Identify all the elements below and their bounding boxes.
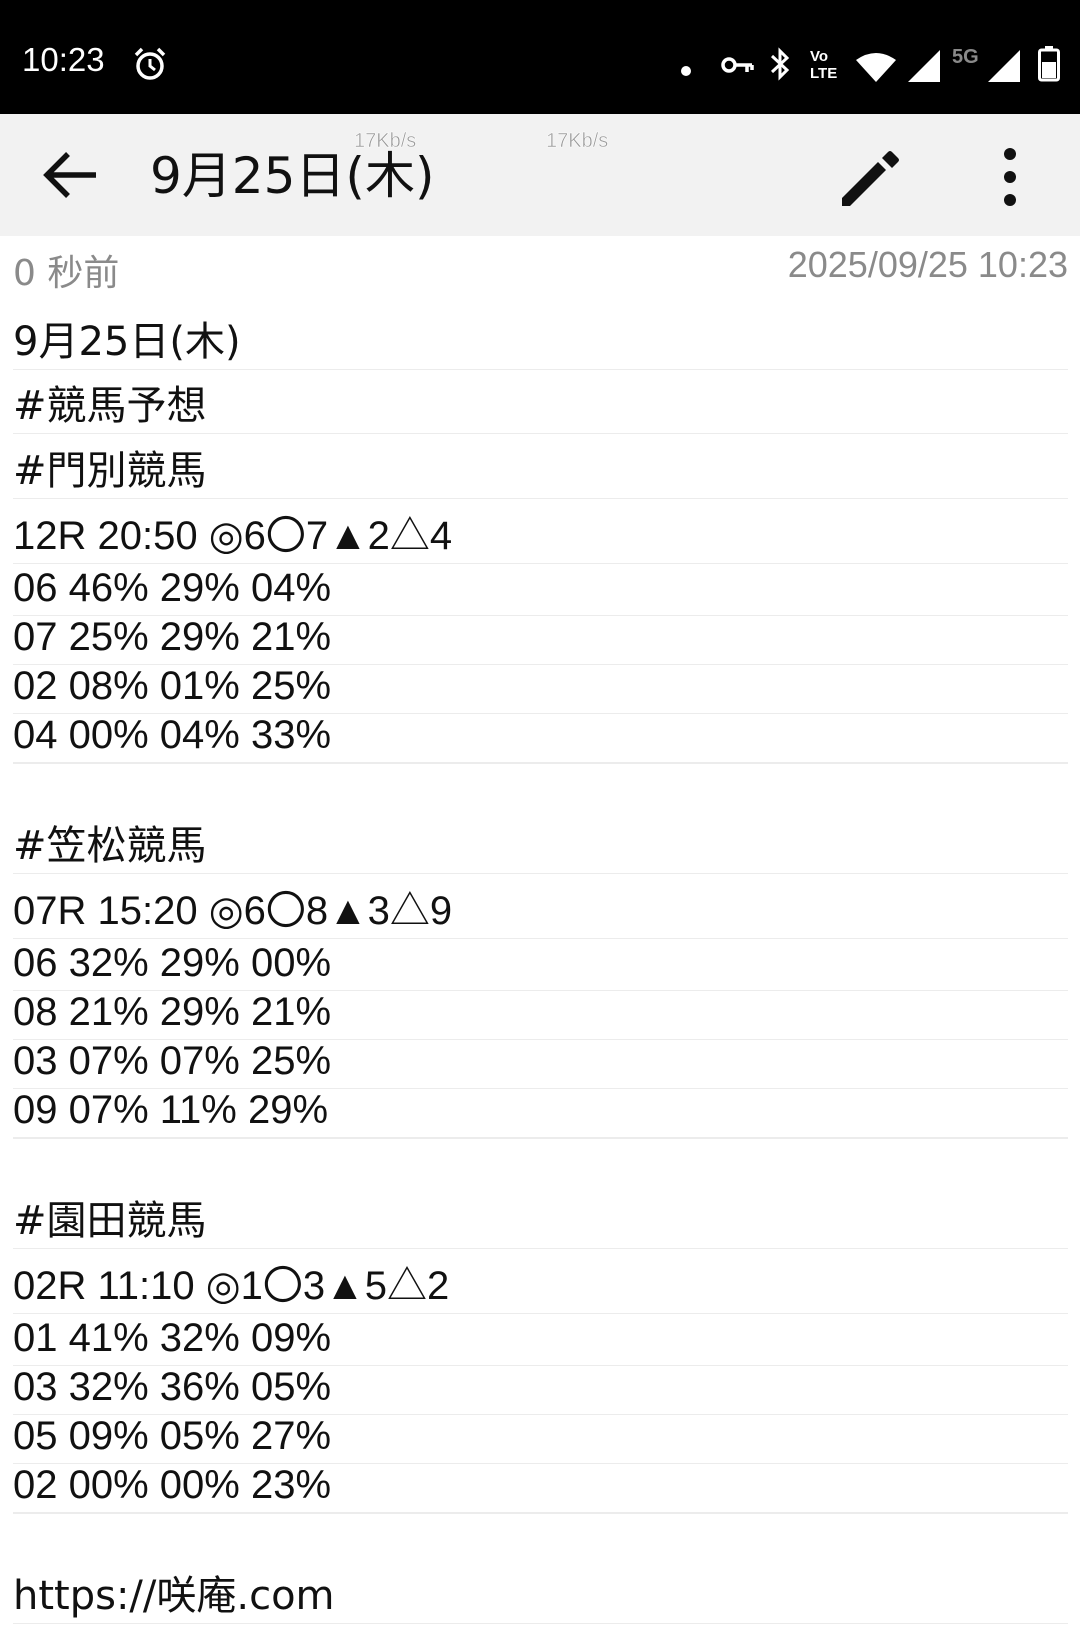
page-title: 9月25日(木) bbox=[150, 147, 435, 205]
battery-icon bbox=[1038, 46, 1060, 86]
volte-icon: Vo LTE bbox=[808, 48, 846, 84]
note-line: 07 25% 29% 21% bbox=[13, 613, 1068, 665]
net-speed-indicator: 17Kb/s bbox=[354, 130, 417, 153]
note-line: 05 09% 05% 27% bbox=[13, 1412, 1068, 1464]
status-bar: 10:23 Vo LTE 5G bbox=[0, 0, 1080, 114]
vpn-key-icon bbox=[720, 52, 754, 82]
signal-icon bbox=[908, 50, 940, 86]
wifi-icon bbox=[856, 52, 896, 86]
note-line: 02 00% 00% 23% bbox=[13, 1461, 1068, 1513]
volte-label-bottom: LTE bbox=[810, 65, 838, 82]
back-button[interactable] bbox=[30, 138, 110, 212]
note-meta: 0 秒前 2025/09/25 10:23 bbox=[0, 236, 1080, 294]
net-speed-indicator: 17Kb/s bbox=[546, 130, 609, 153]
note-line: #笠松競馬 bbox=[13, 822, 1068, 874]
bluetooth-icon bbox=[768, 46, 792, 86]
note-line: 03 32% 36% 05% bbox=[13, 1363, 1068, 1415]
more-options-button[interactable] bbox=[975, 140, 1045, 214]
note-line: 02 08% 01% 25% bbox=[13, 662, 1068, 714]
edit-button[interactable] bbox=[830, 140, 910, 214]
note-line: 07R 15:20 ◎6〇8▲3△9 bbox=[13, 887, 1068, 939]
note-line: #門別競馬 bbox=[13, 447, 1068, 499]
note-line: 01 41% 32% 09% bbox=[13, 1314, 1068, 1366]
notification-dot-icon bbox=[680, 62, 692, 81]
5g-label: 5G bbox=[952, 46, 979, 68]
more-vert-icon bbox=[1004, 148, 1016, 206]
note-datetime: 2025/09/25 10:23 bbox=[787, 244, 1068, 285]
note-line: #園田競馬 bbox=[13, 1197, 1068, 1249]
note-line: 06 32% 29% 00% bbox=[13, 939, 1068, 991]
note-line: 9月25日(木) bbox=[13, 318, 1068, 370]
relative-time: 0 秒前 bbox=[13, 253, 120, 294]
note-line: 08 21% 29% 21% bbox=[13, 988, 1068, 1040]
arrow-back-icon bbox=[43, 152, 96, 198]
5g-signal-icon bbox=[988, 50, 1020, 86]
note-line: 03 07% 07% 25% bbox=[13, 1037, 1068, 1089]
app-bar: 9月25日(木) bbox=[0, 114, 1080, 236]
alarm-icon bbox=[132, 46, 168, 86]
note-line: 09 07% 11% 29% bbox=[13, 1086, 1068, 1138]
note-line: 06 46% 29% 04% bbox=[13, 564, 1068, 616]
note-line: 02R 11:10 ◎1〇3▲5△2 bbox=[13, 1262, 1068, 1314]
status-time: 10:23 bbox=[22, 41, 105, 78]
note-line: 12R 20:50 ◎6〇7▲2△4 bbox=[13, 512, 1068, 564]
note-link[interactable]: https://咲庵.com bbox=[13, 1572, 1068, 1624]
volte-label-top: Vo bbox=[810, 48, 829, 65]
note-line: #競馬予想 bbox=[13, 382, 1068, 434]
pencil-icon bbox=[842, 151, 899, 206]
note-line: 04 00% 04% 33% bbox=[13, 711, 1068, 763]
